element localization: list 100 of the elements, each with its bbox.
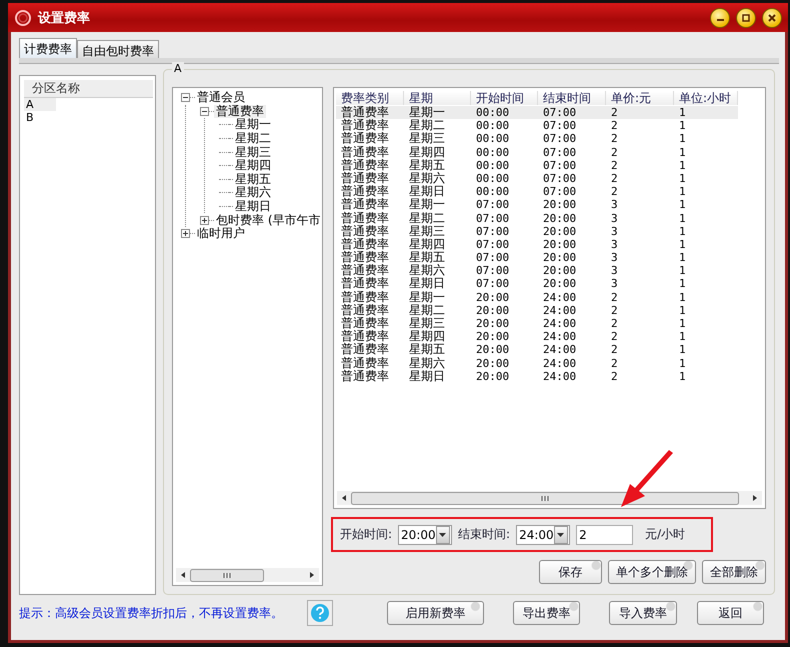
table-row[interactable]: 普通费率 星期一 20:00 24:00 2 1 (336, 290, 738, 304)
table-row[interactable]: 普通费率 星期三 07:00 20:00 3 1 (336, 224, 738, 238)
table-cell-text: 星期二 (408, 212, 446, 225)
expand-box[interactable] (200, 216, 209, 225)
tree-node[interactable]: 星期二 (233, 132, 273, 146)
list-item[interactable]: A (24, 98, 56, 111)
tree-node[interactable]: 包时费率 (早市午市 (214, 214, 322, 227)
scroll-thumb[interactable] (190, 568, 264, 582)
table-row[interactable]: 普通费率 星期日 00:00 07:00 2 1 (336, 185, 738, 198)
horizontal-scrollbar[interactable] (337, 491, 762, 505)
footer-button[interactable]: 导入费率 (609, 601, 677, 625)
table-cell-text: 1 (678, 212, 687, 225)
table-row[interactable]: 普通费率 星期二 00:00 07:00 2 1 (336, 119, 738, 132)
table-row[interactable]: 普通费率 星期五 20:00 24:00 2 1 (336, 343, 738, 357)
table-cell-text: 07:00 (475, 198, 510, 212)
table-cell-text: 07:00 (542, 132, 578, 146)
table-row[interactable]: 普通费率 星期六 07:00 20:00 3 1 (336, 264, 738, 278)
table-cell-text: 普通费率 (340, 264, 390, 278)
table-cell-text: 1 (678, 224, 687, 238)
table-row[interactable]: 普通费率 星期三 00:00 07:00 2 1 (336, 132, 738, 146)
table-cell-text: 2 (610, 370, 619, 383)
table-cell-text: 星期六 (408, 356, 446, 370)
tree-node[interactable]: 星期三 (233, 146, 273, 159)
footer-button[interactable]: 启用新费率 (387, 601, 484, 625)
table-cell-text: 20:00 (542, 277, 578, 291)
column-header[interactable]: 单位:小时 (674, 91, 738, 105)
table-row[interactable]: 普通费率 星期一 00:00 07:00 2 1 (336, 106, 738, 120)
scroll-thumb[interactable] (351, 492, 739, 504)
column-header[interactable]: 星期 (404, 91, 471, 105)
table-cell-text: 3 (610, 238, 619, 252)
tree-node[interactable]: 星期日 (233, 200, 273, 214)
table-row[interactable]: 普通费率 星期日 07:00 20:00 3 1 (336, 277, 738, 291)
tab[interactable]: 计费费率 (19, 38, 77, 58)
field-label: 结束时间: (458, 526, 510, 543)
table-cell-text: 1 (678, 146, 687, 159)
column-header[interactable]: 费率类别 (336, 91, 404, 105)
table-cell-text: 普通费率 (340, 158, 390, 172)
tree-node[interactable]: 星期五 (233, 172, 273, 186)
footer-button[interactable]: 导出费率 (513, 601, 580, 625)
table-cell-text: 星期四 (408, 330, 446, 344)
table-cell-text: 20:00 (475, 304, 510, 317)
table-row[interactable]: 普通费率 星期二 07:00 20:00 3 1 (336, 212, 738, 225)
table-row[interactable]: 普通费率 星期一 07:00 20:00 3 1 (336, 198, 738, 212)
tree-node[interactable]: 临时用户 (195, 227, 247, 240)
window-title: 设置费率 (38, 10, 91, 26)
expand-box[interactable] (181, 229, 190, 238)
price-field[interactable]: 2 (576, 524, 634, 544)
table-cell-text: 20:00 (542, 251, 578, 264)
time-dropdown[interactable]: 24:00 (516, 524, 570, 544)
tab[interactable]: 自由包时费率 (77, 40, 159, 58)
column-header[interactable]: 结束时间 (538, 91, 606, 105)
action-button[interactable]: 全部删除 (702, 560, 766, 584)
list-item[interactable]: B (24, 111, 56, 124)
table-cell-text: 1 (678, 251, 687, 264)
tree-node[interactable]: 星期一 (233, 118, 273, 132)
table-cell-text: 1 (678, 290, 687, 304)
table-cell-text: 普通费率 (340, 106, 390, 119)
table-row[interactable]: 普通费率 星期五 07:00 20:00 3 1 (336, 251, 738, 264)
table-cell-text: 星期四 (408, 146, 446, 159)
tree-node[interactable]: 星期四 (233, 159, 273, 172)
table-row[interactable]: 普通费率 星期六 20:00 24:00 2 1 (336, 356, 738, 370)
table-cell-text: 07:00 (475, 212, 510, 225)
table-cell-text: 普通费率 (340, 343, 390, 356)
horizontal-scrollbar[interactable] (176, 568, 319, 582)
column-header[interactable]: 单价:元 (606, 91, 674, 105)
action-button[interactable]: 保存 (539, 560, 602, 584)
table-cell-text: 1 (678, 106, 687, 120)
footer-button[interactable]: 返回 (697, 601, 764, 625)
collapse-box[interactable] (200, 106, 209, 116)
table-cell-text: 07:00 (475, 277, 510, 291)
time-dropdown[interactable]: 20:00 (398, 524, 452, 544)
tree-node[interactable]: 星期六 (233, 186, 273, 200)
action-button[interactable]: 单个多个删除 (608, 560, 696, 584)
table-row[interactable]: 普通费率 星期二 20:00 24:00 2 1 (336, 304, 738, 317)
table-row[interactable]: 普通费率 星期四 20:00 24:00 2 1 (336, 330, 738, 344)
table-row[interactable]: 普通费率 星期四 07:00 20:00 3 1 (336, 238, 738, 252)
tree-node[interactable]: 普通费率 (214, 104, 266, 118)
table-row[interactable]: 普通费率 星期四 00:00 07:00 2 1 (336, 146, 738, 159)
table-cell-text: 07:00 (542, 172, 578, 186)
table-cell-text: 普通费率 (340, 185, 390, 198)
minimize-button[interactable] (710, 8, 730, 28)
tree-node[interactable]: 普通会员 (195, 91, 247, 104)
close-button[interactable] (762, 8, 782, 28)
table-row[interactable]: 普通费率 星期三 20:00 24:00 2 1 (336, 317, 738, 330)
table-row[interactable]: 普通费率 星期五 00:00 07:00 2 1 (336, 158, 738, 172)
table-cell-text: 2 (610, 119, 619, 132)
table-cell-text: 00:00 (475, 158, 510, 172)
collapse-box[interactable] (181, 93, 190, 102)
table-cell-text: 2 (610, 106, 619, 120)
table-cell-text: 星期一 (408, 290, 446, 304)
table-cell-text: 普通费率 (340, 277, 390, 290)
table-cell-text: 星期三 (408, 317, 446, 330)
maximize-button[interactable] (736, 8, 756, 28)
table-row[interactable]: 普通费率 星期六 00:00 07:00 2 1 (336, 172, 738, 186)
table-cell-text: 普通费率 (340, 317, 390, 330)
table-cell-text: 星期二 (408, 119, 446, 132)
table-cell-text: 1 (678, 264, 687, 278)
column-header[interactable]: 开始时间 (471, 91, 538, 105)
table-row[interactable]: 普通费率 星期日 20:00 24:00 2 1 (336, 370, 738, 383)
table-cell-text: 1 (678, 172, 687, 186)
